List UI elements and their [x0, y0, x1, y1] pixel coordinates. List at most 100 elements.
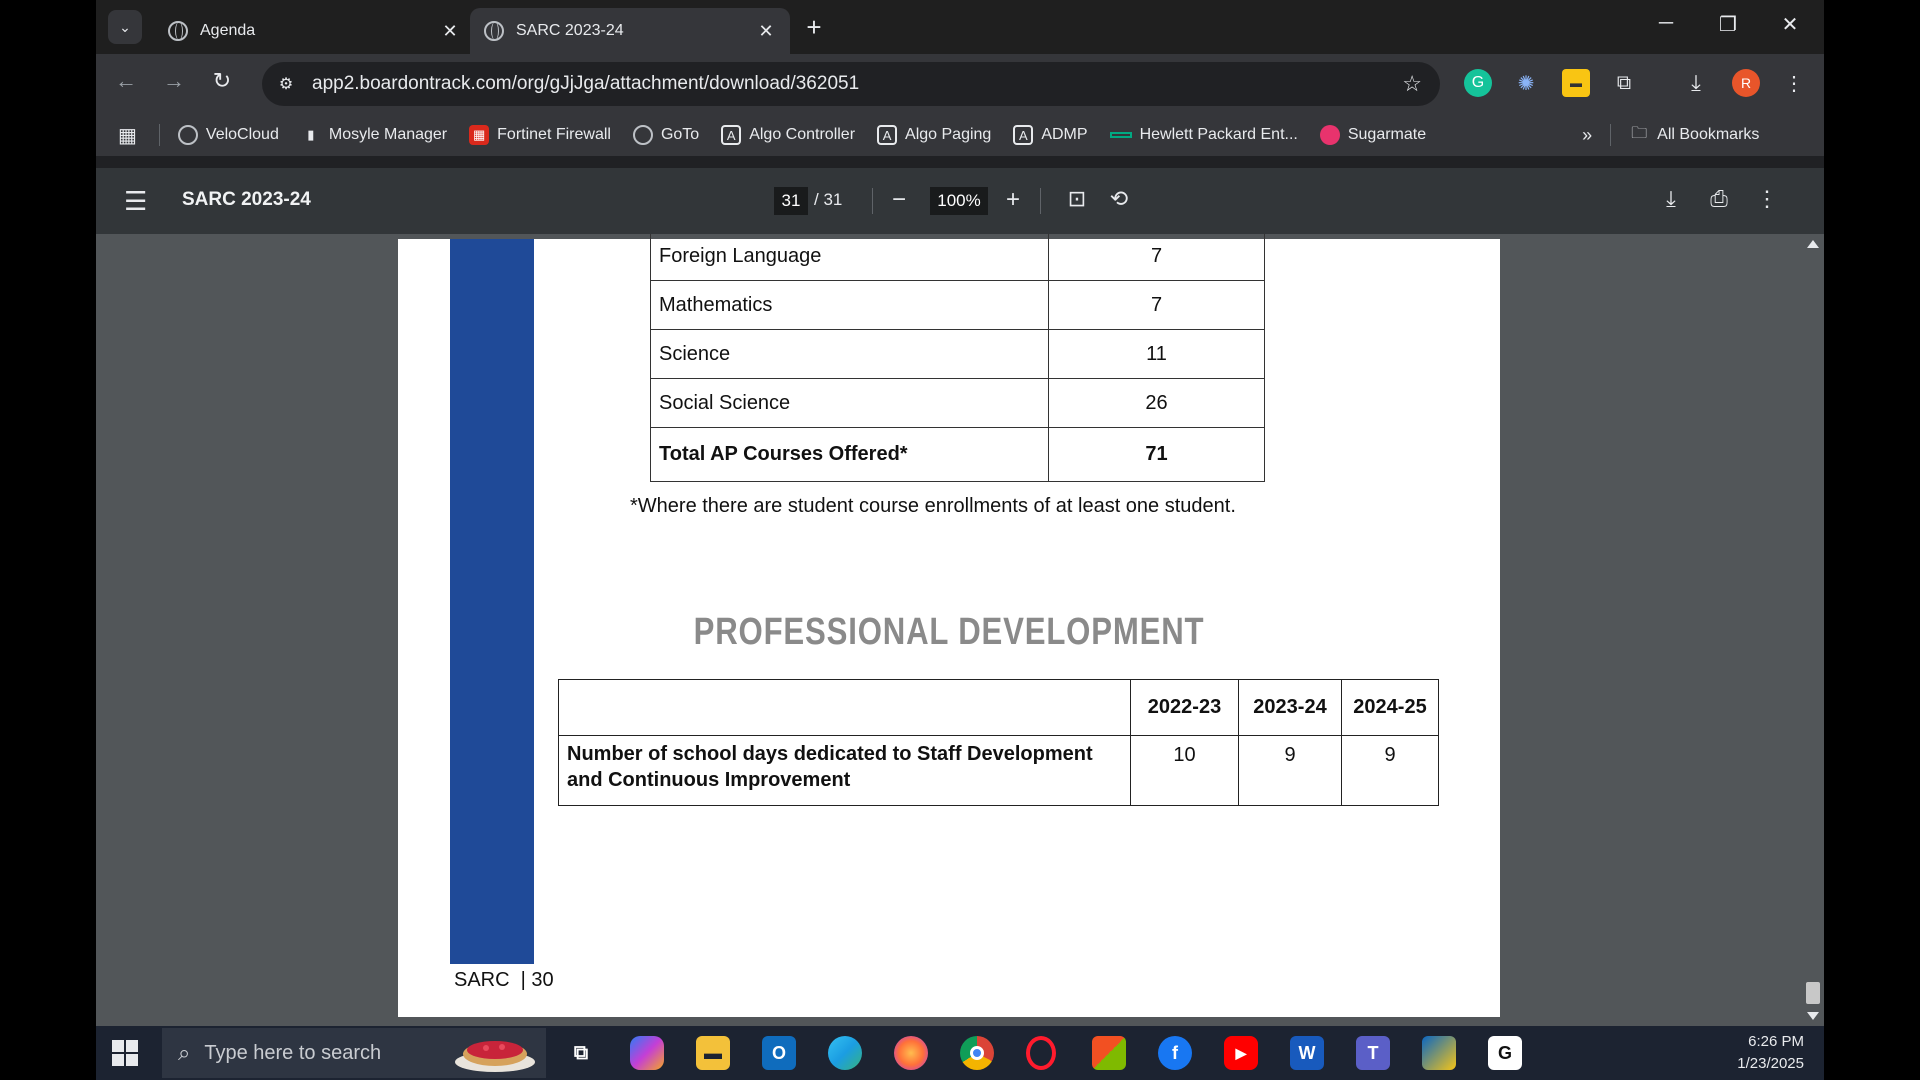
close-icon[interactable]: ✕ [756, 21, 776, 42]
tab-sarc[interactable]: SARC 2023-24 ✕ [470, 8, 790, 54]
close-window-icon[interactable]: ✕ [1770, 12, 1810, 37]
extension-gear-icon[interactable]: ✺ [1512, 69, 1540, 97]
system-clock[interactable]: 6:26 PM 1/23/2025 [1737, 1031, 1804, 1075]
new-tab-button[interactable]: + [799, 12, 829, 43]
bookmark-algo-controller[interactable]: A Algo Controller [721, 125, 855, 145]
pdf-viewer[interactable]: Foreign Language 7 Mathematics 7 Science 11… [96, 234, 1824, 1026]
apps-grid-icon[interactable]: ▦ [118, 123, 137, 148]
windows-start-icon[interactable] [112, 1040, 138, 1066]
word-icon[interactable]: W [1290, 1036, 1324, 1070]
divider [158, 124, 160, 146]
sticky-app-icon[interactable] [1422, 1036, 1456, 1070]
table-row: Number of school days dedicated to Staff… [558, 735, 1439, 806]
forward-icon[interactable]: → [158, 68, 190, 94]
fit-page-icon[interactable]: ⊡ [1062, 186, 1092, 212]
edge-icon[interactable] [828, 1036, 862, 1070]
browser-menu-icon[interactable]: ⋮ [1780, 69, 1808, 97]
teams-icon[interactable]: T [1356, 1036, 1390, 1070]
outlook-icon[interactable]: O [762, 1036, 796, 1070]
zoom-input[interactable]: 100% [930, 187, 988, 215]
grammarly-icon[interactable]: G [1464, 69, 1492, 97]
divider [1040, 188, 1041, 214]
pdf-page: Foreign Language 7 Mathematics 7 Science 11… [398, 234, 1500, 1017]
microsoft-store-icon[interactable] [1092, 1036, 1126, 1070]
zoom-in-icon[interactable]: + [998, 186, 1028, 214]
rotate-icon[interactable]: ⟲ [1104, 186, 1134, 212]
bookmark-fortinet[interactable]: ▦ Fortinet Firewall [469, 125, 611, 145]
site-settings-icon[interactable]: ⚙ [274, 74, 298, 94]
tab-search-button[interactable]: ⌄ [108, 10, 142, 44]
tab-agenda[interactable]: Agenda ✕ [154, 8, 474, 54]
sugarmate-icon [1319, 125, 1340, 145]
firefox-icon[interactable] [894, 1036, 928, 1070]
folder-icon: 🗀 [1631, 124, 1648, 142]
restore-icon[interactable]: ❐ [1708, 12, 1748, 37]
divider [872, 188, 873, 214]
table-row: Mathematics 7 [650, 280, 1265, 330]
bookmark-sugarmate[interactable]: Sugarmate [1319, 125, 1426, 145]
bookmark-label: GoTo [660, 126, 700, 143]
scrollbar-thumb[interactable] [1806, 982, 1820, 1004]
file-explorer-icon[interactable]: ▬ [696, 1036, 730, 1070]
reload-icon[interactable]: ↻ [206, 68, 238, 94]
address-bar[interactable]: ⚙ app2.boardontrack.com/org/gJjJga/attac… [262, 62, 1440, 106]
scroll-up-icon[interactable] [1807, 240, 1819, 248]
minimize-icon[interactable]: ─ [1646, 12, 1686, 35]
footnote: *Where there are student course enrollme… [630, 495, 1236, 517]
bookmark-hpe[interactable]: Hewlett Packard Ent... [1109, 126, 1298, 144]
table-cell: Foreign Language [650, 234, 1049, 281]
pdf-title: SARC 2023-24 [182, 189, 311, 210]
zoom-out-icon[interactable]: − [884, 186, 914, 214]
close-icon[interactable]: ✕ [440, 21, 460, 42]
search-icon: ⌕ [178, 1040, 191, 1065]
bookmark-admp[interactable]: A ADMP [1013, 125, 1088, 145]
scroll-down-icon[interactable] [1807, 1012, 1819, 1020]
g-app-icon[interactable]: G [1488, 1036, 1522, 1070]
ap-courses-table: Foreign Language 7 Mathematics 7 Science 11… [650, 234, 1265, 482]
print-icon[interactable]: ⎙ [1704, 186, 1734, 212]
bookmark-algo-paging[interactable]: A Algo Paging [877, 125, 991, 145]
page-footer: SARC | 30 [454, 969, 554, 991]
url-text[interactable]: app2.boardontrack.com/org/gJjJga/attachm… [312, 73, 1402, 95]
pie-icon [455, 1041, 535, 1072]
more-options-icon[interactable]: ⋮ [1752, 186, 1782, 212]
bookmark-goto[interactable]: GoTo [632, 125, 700, 145]
task-view-icon[interactable]: ⧉ [564, 1036, 598, 1070]
bookmark-velocloud[interactable]: VeloCloud [177, 125, 279, 145]
facebook-icon[interactable]: f [1158, 1036, 1192, 1070]
table-header: 2024-25 [1341, 679, 1439, 736]
notes-extension-icon[interactable]: ▬ [1562, 69, 1590, 97]
bookmark-label: VeloCloud [205, 126, 279, 143]
downloads-icon[interactable]: ⤓ [1682, 69, 1710, 97]
opera-icon[interactable] [1026, 1036, 1056, 1070]
copilot-icon[interactable] [630, 1036, 664, 1070]
table-cell: 7 [1048, 234, 1265, 281]
page-number-input[interactable]: 31 [774, 187, 808, 215]
bookmark-mosyle[interactable]: ▮ Mosyle Manager [301, 125, 447, 145]
youtube-icon[interactable]: ▶ [1224, 1036, 1258, 1070]
bookmark-star-icon[interactable]: ☆ [1402, 71, 1422, 97]
chrome-icon[interactable] [960, 1036, 994, 1070]
more-bookmarks-icon[interactable]: » [1582, 125, 1592, 146]
extensions-puzzle-icon[interactable]: ⧉ [1610, 69, 1638, 97]
hamburger-menu-icon[interactable]: ☰ [124, 186, 147, 217]
table-cell: Mathematics [650, 280, 1049, 330]
vertical-scrollbar[interactable] [1802, 234, 1824, 1026]
back-icon[interactable]: ← [110, 68, 142, 94]
profile-avatar[interactable]: R [1732, 69, 1760, 97]
tab-strip: ⌄ Agenda ✕ SARC 2023-24 ✕ + ─ ❐ ✕ [96, 0, 1824, 54]
table-cell: Total AP Courses Offered* [650, 427, 1049, 482]
globe-icon [632, 125, 653, 145]
bookmark-label: Algo Paging [905, 126, 992, 143]
table-header [558, 679, 1131, 736]
table-cell: 7 [1048, 280, 1265, 330]
bookmarks-bar: ▦ VeloCloud ▮ Mosyle Manager ▦ Fortinet Fi… [96, 114, 1824, 156]
globe-icon [484, 21, 504, 41]
globe-icon [168, 21, 188, 41]
download-icon[interactable]: ⤓ [1656, 186, 1686, 212]
bookmark-label: ADMP [1041, 126, 1088, 143]
table-header: 2022-23 [1130, 679, 1239, 736]
all-bookmarks[interactable]: 🗀 All Bookmarks [1629, 125, 1759, 145]
browser-window: ⌄ Agenda ✕ SARC 2023-24 ✕ + ─ ❐ ✕ ← → ↻ … [96, 0, 1824, 1080]
table-cell: 9 [1341, 735, 1439, 806]
